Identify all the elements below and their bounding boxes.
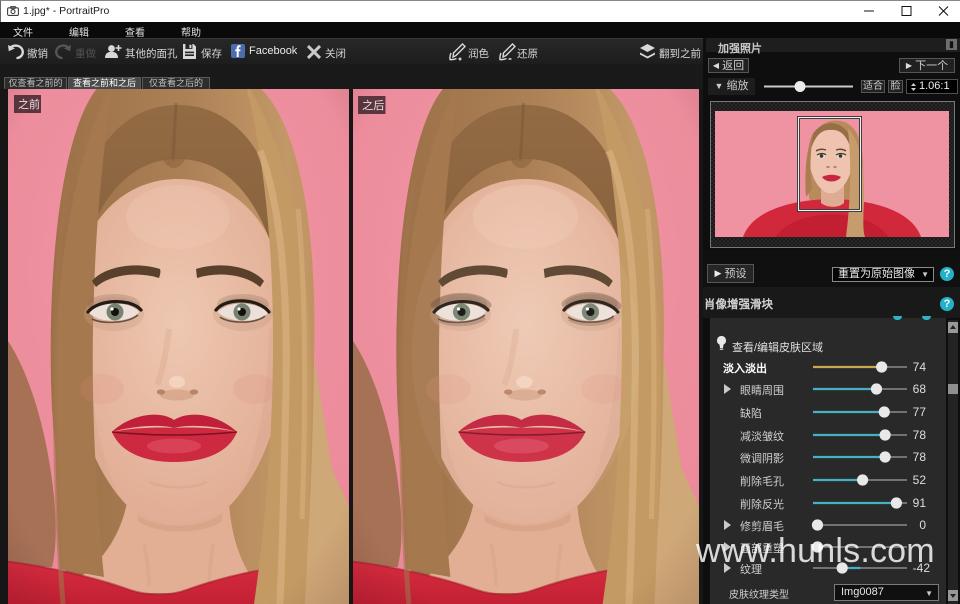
svg-text:之前: 之前 [18, 97, 40, 111]
svg-text:之后: 之后 [362, 98, 384, 112]
